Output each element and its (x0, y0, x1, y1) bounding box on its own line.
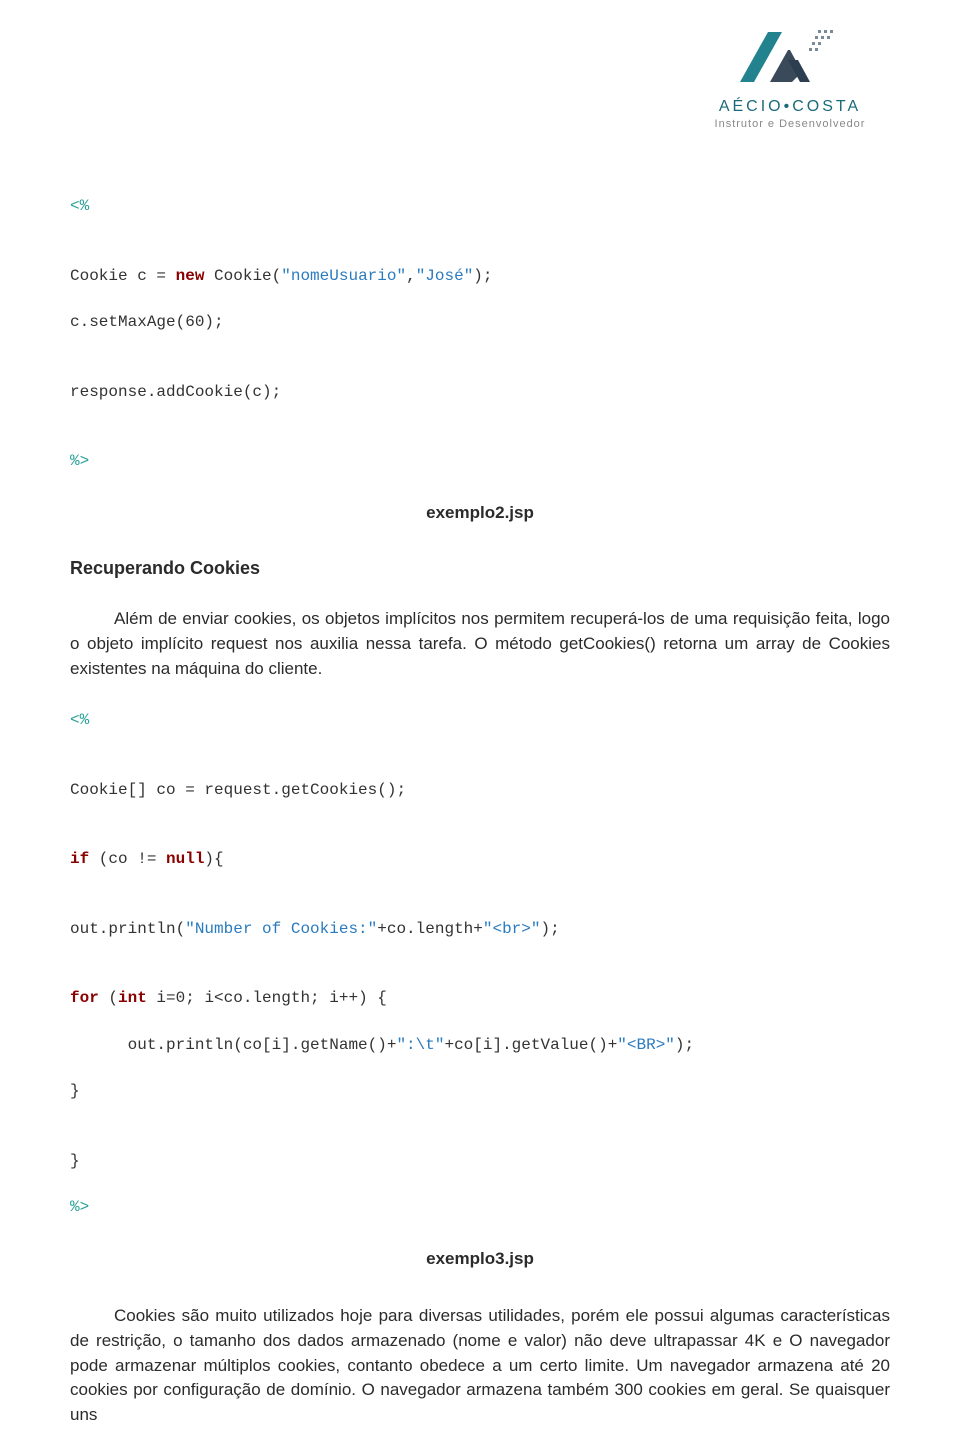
code-string: "<BR>" (617, 1036, 675, 1054)
code-block-1: <% Cookie c = new Cookie("nomeUsuario","… (70, 195, 890, 473)
code-text: Cookie[] co = request.getCookies(); (70, 781, 406, 799)
code-text: out.println(co[i].getName()+ (70, 1036, 396, 1054)
code-text: ( (99, 989, 118, 1007)
heading-recuperando: Recuperando Cookies (70, 558, 890, 579)
brand-first: AÉCIO (719, 98, 784, 115)
caption-exemplo2: exemplo2.jsp (70, 503, 890, 523)
brand-dot: • (784, 98, 793, 115)
code-close-tag: %> (70, 1198, 89, 1216)
paragraph-1: Além de enviar cookies, os objetos implí… (70, 607, 890, 681)
brand-name: AÉCIO•COSTA (680, 98, 900, 116)
code-text: Cookie c = (70, 267, 176, 285)
code-text: ); (675, 1036, 694, 1054)
code-keyword: new (176, 267, 205, 285)
code-text: c.setMaxAge(60); (70, 313, 224, 331)
code-text: response.addCookie(c); (70, 383, 281, 401)
code-keyword: int (118, 989, 147, 1007)
brand-logo-block: AÉCIO•COSTA Instrutor e Desenvolvedor (680, 22, 900, 130)
code-text: , (406, 267, 416, 285)
caption-exemplo3: exemplo3.jsp (70, 1249, 890, 1269)
code-string: ":\t" (396, 1036, 444, 1054)
code-string: "José" (416, 267, 474, 285)
code-keyword: for (70, 989, 99, 1007)
brand-logo-icon (730, 22, 850, 92)
code-text: i=0; i<co.length; i++) { (147, 989, 387, 1007)
code-open-tag: <% (70, 711, 89, 729)
code-text: } (70, 1152, 80, 1170)
code-text: out.println( (70, 920, 185, 938)
paragraph-2: Cookies são muito utilizados hoje para d… (70, 1304, 890, 1427)
brand-tagline: Instrutor e Desenvolvedor (680, 118, 900, 130)
code-open-tag: <% (70, 197, 89, 215)
code-text: } (70, 1082, 80, 1100)
code-text: Cookie( (204, 267, 281, 285)
code-keyword: null (166, 850, 204, 868)
code-text: (co != (89, 850, 166, 868)
page-content: <% Cookie c = new Cookie("nomeUsuario","… (70, 195, 890, 1456)
code-text: +co.length+ (377, 920, 483, 938)
code-string: "nomeUsuario" (281, 267, 406, 285)
code-string: "Number of Cookies:" (185, 920, 377, 938)
code-block-2: <% Cookie[] co = request.getCookies(); i… (70, 709, 890, 1219)
code-close-tag: %> (70, 452, 89, 470)
brand-last: COSTA (792, 98, 861, 115)
code-keyword: if (70, 850, 89, 868)
code-string: "<br>" (483, 920, 541, 938)
code-text: ); (473, 267, 492, 285)
code-text: ){ (204, 850, 223, 868)
code-text: ); (540, 920, 559, 938)
code-text: +co[i].getValue()+ (444, 1036, 617, 1054)
